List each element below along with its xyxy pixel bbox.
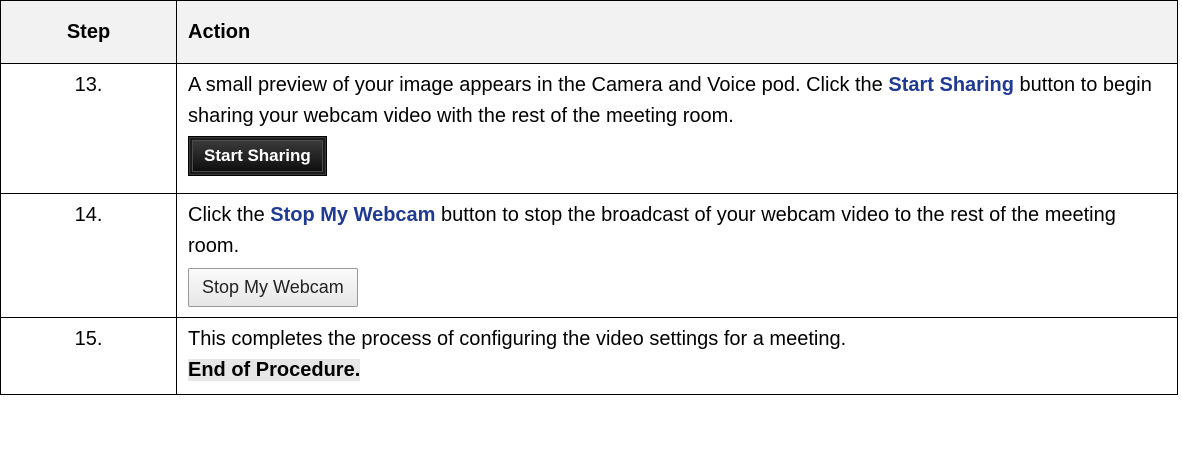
step-column-header: Step xyxy=(0,0,177,64)
action-text-part: Click the xyxy=(188,204,271,226)
step-number: 14. xyxy=(0,193,177,318)
table-row: 15. This completes the process of config… xyxy=(0,317,1178,395)
action-text: This completes the process of configurin… xyxy=(176,317,1178,395)
stop-my-webcam-button-image: Stop My Webcam xyxy=(188,268,358,307)
action-text-part: A small preview of your image appears in… xyxy=(188,74,889,96)
table-row: 14. Click the Stop My Webcam button to s… xyxy=(0,193,1178,318)
procedure-table: Step Action 13. A small preview of your … xyxy=(0,0,1178,395)
action-text: A small preview of your image appears in… xyxy=(176,63,1178,194)
step-number: 13. xyxy=(0,63,177,194)
action-text-part: This completes the process of configurin… xyxy=(188,328,847,350)
action-text: Click the Stop My Webcam button to stop … xyxy=(176,193,1178,318)
start-sharing-button-label: Start Sharing xyxy=(192,140,323,172)
table-row: 13. A small preview of your image appear… xyxy=(0,63,1178,194)
step-number: 15. xyxy=(0,317,177,395)
keyword-stop-my-webcam: Stop My Webcam xyxy=(270,204,436,226)
table-header-row: Step Action xyxy=(0,0,1178,64)
action-column-header: Action xyxy=(176,0,1178,64)
start-sharing-button-image: Start Sharing xyxy=(188,136,327,176)
end-of-procedure: End of Procedure. xyxy=(188,359,361,381)
keyword-start-sharing: Start Sharing xyxy=(888,74,1014,96)
